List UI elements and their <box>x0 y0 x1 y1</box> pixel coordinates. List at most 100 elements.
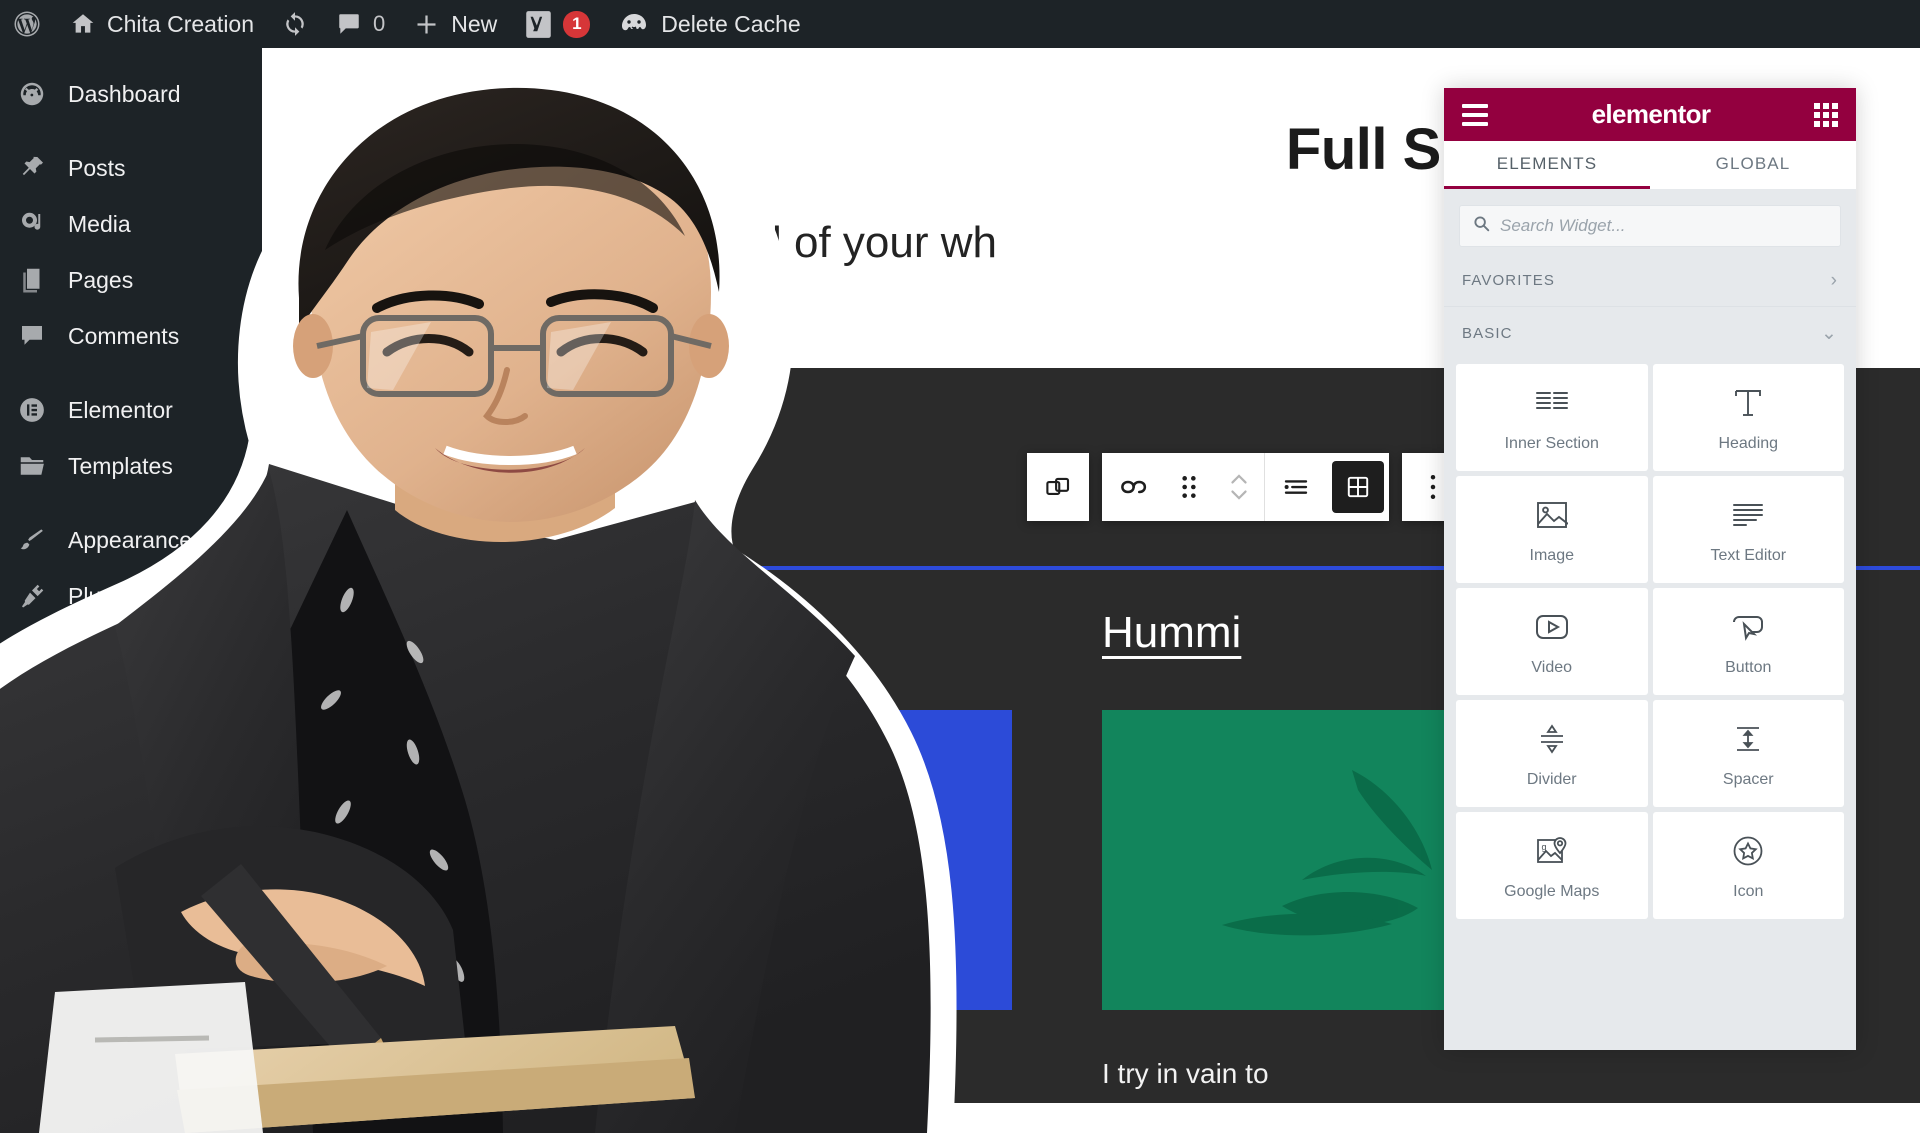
widget-search-wrap <box>1444 189 1856 255</box>
admin-bar-new-content[interactable]: New <box>399 0 511 48</box>
sidebar-item-pages[interactable]: Pages <box>0 252 262 308</box>
wp-rocket-icon <box>618 10 650 38</box>
admin-bar-comments[interactable]: 0 <box>322 0 399 48</box>
section-basic[interactable]: BASIC ⌄ <box>1444 307 1856 359</box>
plugin-icon <box>16 580 48 612</box>
link-chain-icon[interactable] <box>1102 453 1164 521</box>
user-icon <box>16 636 48 668</box>
sidebar-item-label: Comments <box>68 322 180 349</box>
update-icon <box>282 11 308 37</box>
wrench-icon <box>16 692 48 724</box>
widget-icon[interactable]: Icon <box>1652 812 1844 919</box>
sidebar-item-templates[interactable]: Templates <box>0 438 262 494</box>
delete-cache-label: Delete Cache <box>661 10 801 37</box>
menu-gap <box>0 48 262 66</box>
tab-global[interactable]: GLOBAL <box>1650 141 1856 189</box>
widget-label: Divider <box>1526 770 1577 788</box>
spacer-icon <box>1733 719 1763 759</box>
sidebar-item-tools[interactable]: Tools <box>0 680 262 736</box>
comment-icon <box>16 320 48 352</box>
admin-bar-site-name[interactable]: Chita Creation <box>56 0 268 48</box>
dashboard-icon <box>16 78 48 110</box>
widget-label: Image <box>1529 546 1574 564</box>
page-title[interactable]: Full Site <box>262 116 1508 183</box>
widget-search-box[interactable] <box>1459 205 1841 247</box>
sidebar-item-label: Templates <box>68 452 173 479</box>
home-icon <box>70 11 96 37</box>
wp-admin-sidebar: Dashboard Posts Media Pages Comments Ele… <box>0 48 262 1133</box>
grid-4-icon[interactable] <box>1332 461 1384 513</box>
elementor-logo: elementor <box>1591 99 1711 129</box>
sidebar-item-label: Dashboard <box>68 80 181 107</box>
elementor-icon <box>16 394 48 426</box>
sidebar-item-label: Elementor <box>68 396 173 423</box>
pages-icon <box>16 264 48 296</box>
tab-elements[interactable]: ELEMENTS <box>1444 141 1650 189</box>
widget-label: Text Editor <box>1710 546 1787 564</box>
card-heading[interactable]: nch <box>552 608 1012 658</box>
admin-bar-yoast-seo[interactable]: 1 <box>511 0 604 48</box>
sidebar-item-label: Posts <box>68 154 126 181</box>
section-basic-label: BASIC <box>1462 324 1513 342</box>
card-body-line1: I try in vain to <box>1102 1058 1269 1089</box>
widget-image[interactable]: Image <box>1456 476 1648 583</box>
hamburger-icon[interactable] <box>1462 103 1488 126</box>
wordpress-icon <box>12 9 42 39</box>
yoast-icon <box>525 10 552 39</box>
admin-bar-delete-cache[interactable]: Delete Cache <box>604 0 814 48</box>
admin-bar-updates[interactable] <box>268 0 322 48</box>
sidebar-item-label: Plugins <box>68 582 144 609</box>
widget-spacer[interactable]: Spacer <box>1652 700 1844 807</box>
chevron-down-icon: ⌄ <box>1820 322 1838 344</box>
sidebar-item-dashboard[interactable]: Dashboard <box>0 66 262 122</box>
widget-label: Spacer <box>1722 770 1774 788</box>
card-finch[interactable]: nch my <box>552 608 1012 1133</box>
sidebar-item-plugins[interactable]: Plugins <box>0 568 262 624</box>
widget-text-editor[interactable]: Text Editor <box>1652 476 1844 583</box>
star-circle-icon <box>1732 831 1764 871</box>
menu-gap <box>0 494 262 512</box>
folder-icon <box>16 450 48 482</box>
chevron-updown-icon[interactable] <box>1214 453 1264 521</box>
svg-text:g: g <box>1541 842 1546 852</box>
text-editor-icon <box>1732 495 1764 535</box>
grid-view-wrap <box>1327 453 1389 521</box>
google-maps-icon: g <box>1536 831 1568 871</box>
search-input[interactable] <box>1500 216 1827 236</box>
widget-google-maps[interactable]: g Google Maps <box>1456 812 1648 919</box>
widget-inner-section[interactable]: Inner Section <box>1456 364 1648 471</box>
comment-count: 0 <box>373 11 386 36</box>
widget-label: Heading <box>1718 434 1779 452</box>
sidebar-item-media[interactable]: Media <box>0 196 262 252</box>
button-cursor-icon <box>1731 607 1765 647</box>
section-favorites[interactable]: FAVORITES › <box>1444 255 1856 307</box>
sidebar-item-posts[interactable]: Posts <box>0 140 262 196</box>
image-icon <box>1536 495 1568 535</box>
heading-t-icon <box>1733 383 1763 423</box>
site-name-label: Chita Creation <box>107 10 255 37</box>
new-content-label: New <box>451 10 498 37</box>
sidebar-item-appearance[interactable]: Appearance <box>0 512 262 568</box>
toolbar-group-move <box>1102 453 1264 521</box>
menu-gap <box>0 364 262 382</box>
sidebar-item-elementor[interactable]: Elementor <box>0 382 262 438</box>
widget-button[interactable]: Button <box>1652 588 1844 695</box>
video-play-icon <box>1535 607 1569 647</box>
elementor-panel-tabs: ELEMENTS GLOBAL <box>1444 141 1856 189</box>
sidebar-item-label: Tools <box>68 694 122 721</box>
widget-label: Button <box>1725 658 1772 676</box>
list-align-icon[interactable] <box>1265 453 1327 521</box>
copy-blocks-icon[interactable] <box>1027 453 1089 521</box>
sidebar-item-comments[interactable]: Comments <box>0 308 262 364</box>
sidebar-item-label: Pages <box>68 266 134 293</box>
widget-divider[interactable]: Divider <box>1456 700 1648 807</box>
sidebar-item-users[interactable]: Users <box>0 624 262 680</box>
admin-bar-wp-logo[interactable] <box>0 0 56 48</box>
widget-heading[interactable]: Heading <box>1652 364 1844 471</box>
grid-apps-icon[interactable] <box>1814 102 1838 127</box>
widget-video[interactable]: Video <box>1456 588 1648 695</box>
drag-dots-icon[interactable] <box>1164 453 1214 521</box>
section-favorites-label: FAVORITES <box>1462 272 1555 289</box>
page-subtitle[interactable]: It puts you in control of your wh <box>388 218 1588 268</box>
elementor-panel-header: elementor <box>1444 88 1856 141</box>
